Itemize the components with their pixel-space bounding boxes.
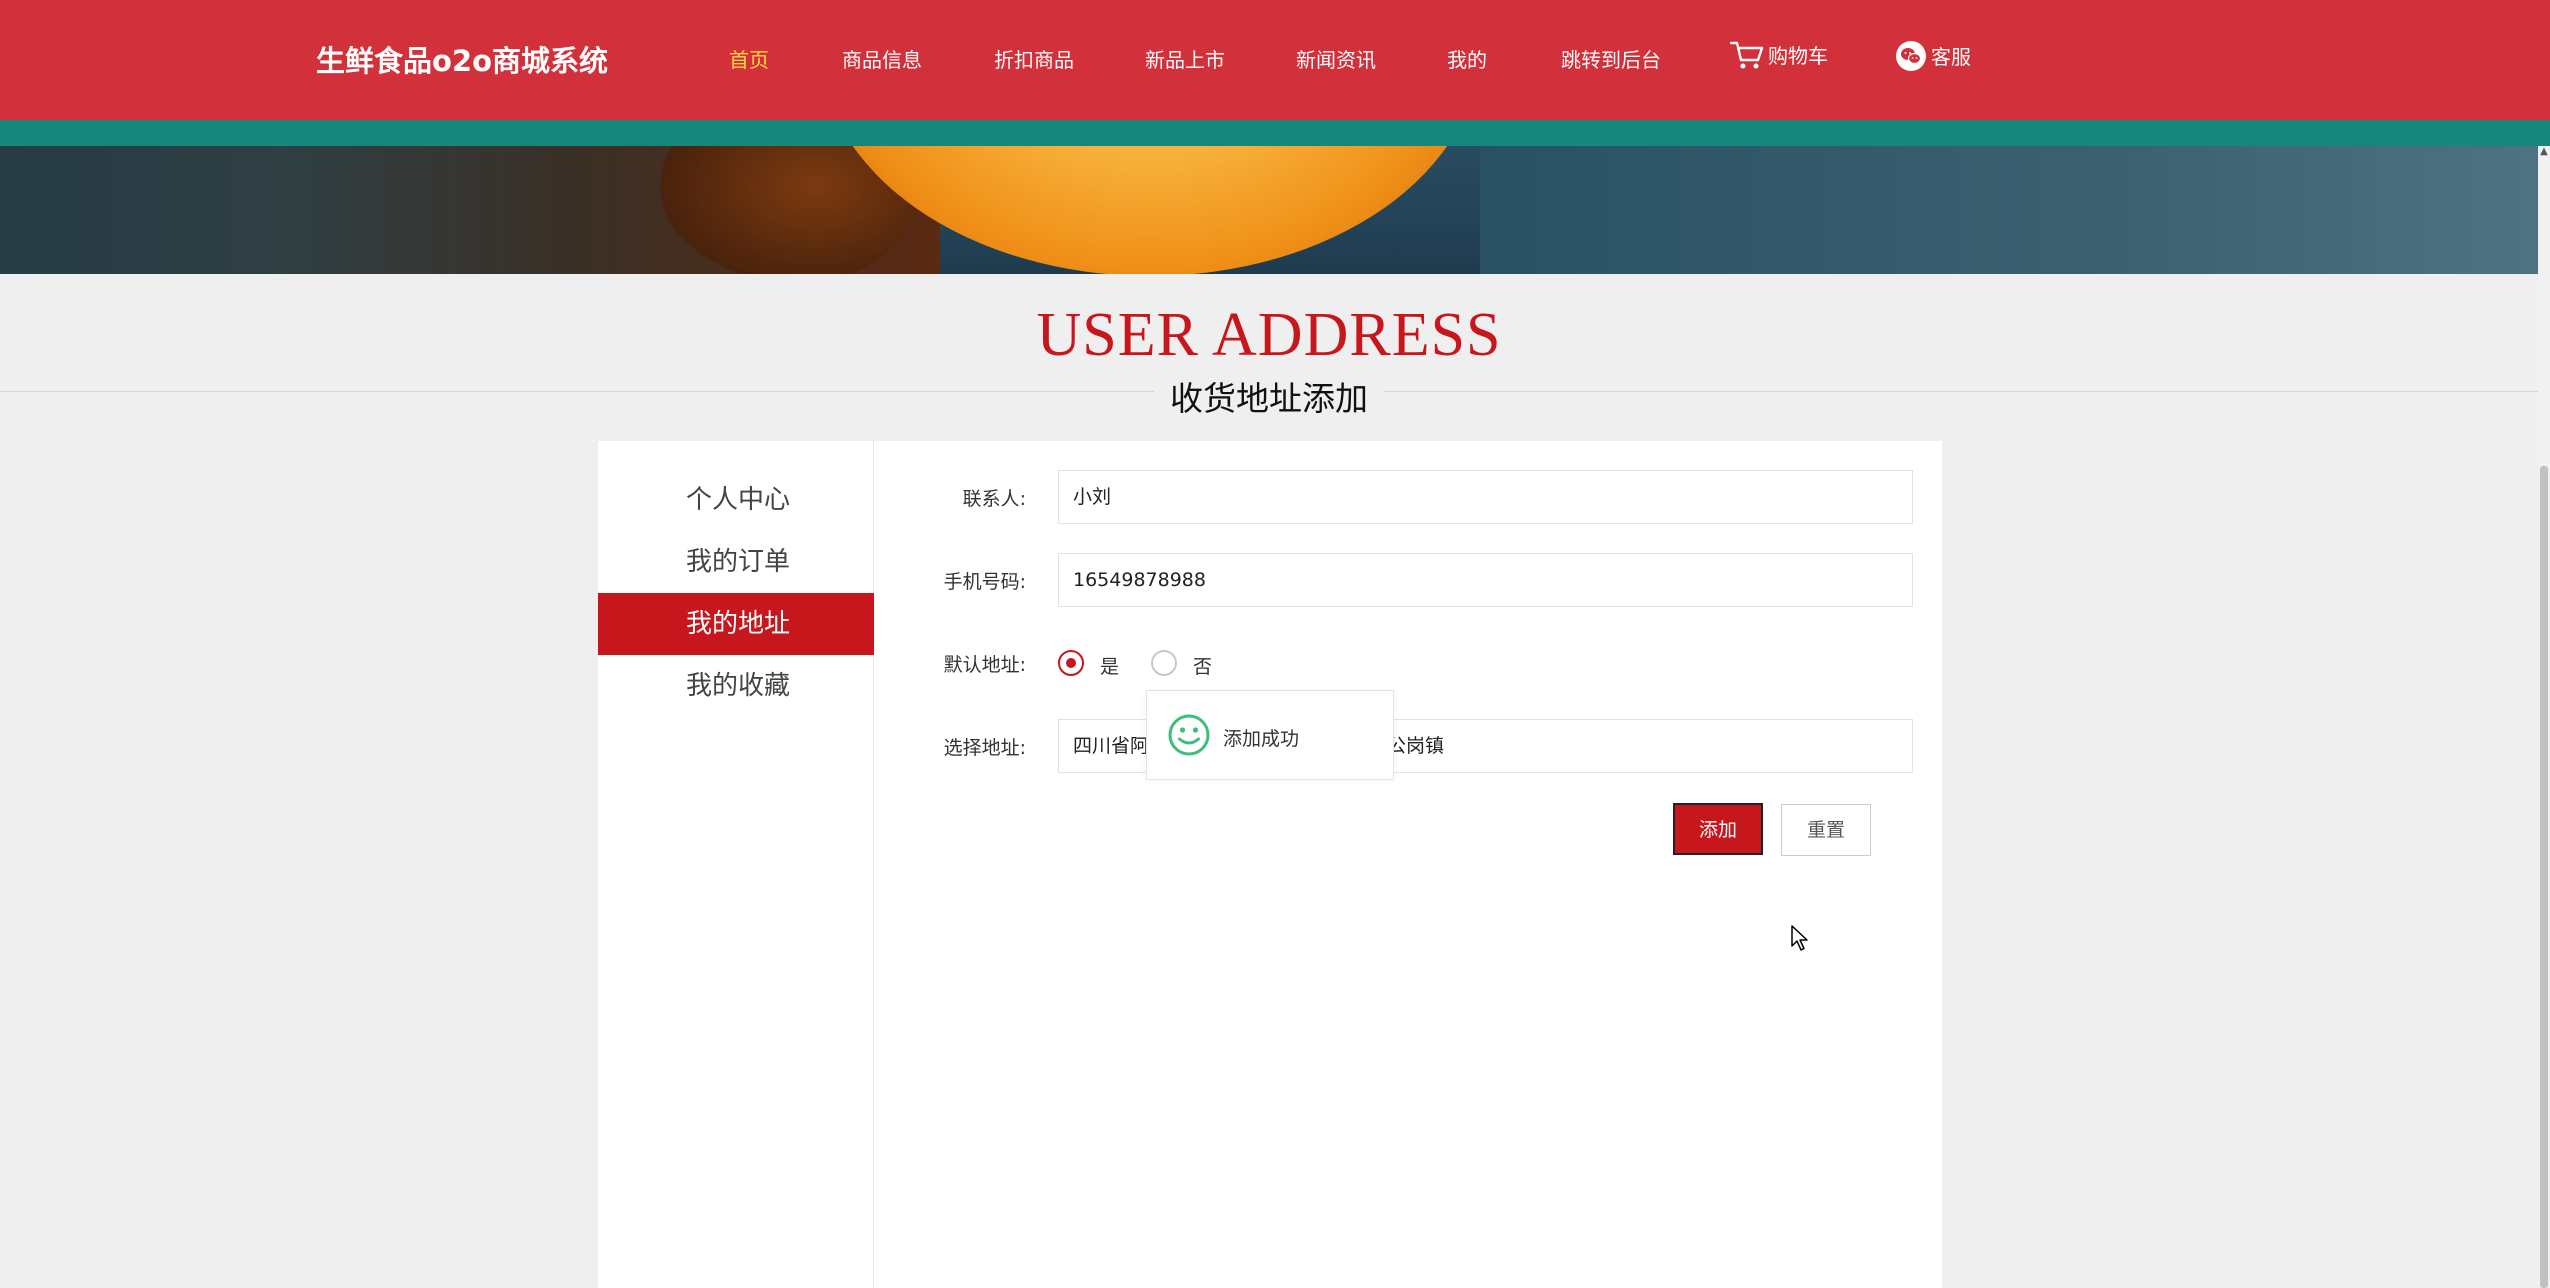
default-yes-radio[interactable] (1058, 650, 1084, 676)
hero-banner (0, 146, 2538, 274)
contact-input[interactable]: 小刘 (1058, 470, 1913, 524)
scroll-up-arrow-icon[interactable]: ▲ (2538, 146, 2550, 160)
nav-news[interactable]: 新闻资讯 (1296, 44, 1376, 73)
wechat-icon (1895, 40, 1927, 77)
mouse-cursor-icon (1790, 924, 1810, 956)
page-title-cn: 收货地址添加 (1154, 372, 1384, 420)
nav-products[interactable]: 商品信息 (842, 44, 922, 73)
nav-discount[interactable]: 折扣商品 (994, 44, 1074, 73)
phone-label: 手机号码: (943, 571, 1026, 593)
address-label: 选择地址: (943, 737, 1026, 759)
page-title-cn-wrap: 收货地址添加 (0, 372, 2538, 420)
cart-icon (1729, 40, 1764, 75)
address-value-right: 公岗镇 (1387, 735, 1445, 757)
nav-mine[interactable]: 我的 (1447, 44, 1487, 73)
reset-button[interactable]: 重置 (1781, 804, 1871, 856)
address-value-left: 四川省阿 (1073, 735, 1150, 757)
default-no-radio[interactable] (1151, 650, 1177, 676)
header-accent-strip (0, 120, 2550, 146)
user-sidebar: 个人中心 我的订单 我的地址 我的收藏 (598, 441, 874, 1288)
hero-background (1480, 146, 2538, 274)
contact-label: 联系人: (962, 488, 1026, 510)
success-toast: 添加成功 (1146, 690, 1394, 780)
nav-customer-service[interactable]: 客服 (1895, 40, 1971, 77)
page-title-en: USER ADDRESS (1036, 301, 1502, 369)
sidebar-item-orders[interactable]: 我的订单 (598, 531, 874, 593)
sidebar-item-address[interactable]: 我的地址 (598, 593, 874, 655)
nav-cart-label: 购物车 (1768, 44, 1828, 68)
sidebar-item-favorites[interactable]: 我的收藏 (598, 655, 874, 717)
scrollbar-thumb[interactable] (2540, 466, 2548, 1288)
phone-input[interactable]: 16549878988 (1058, 553, 1913, 607)
sidebar-item-profile[interactable]: 个人中心 (598, 469, 874, 531)
nav-admin[interactable]: 跳转到后台 (1561, 44, 1661, 73)
nav-home[interactable]: 首页 (729, 44, 769, 73)
default-yes-label[interactable]: 是 (1100, 652, 1119, 679)
toast-message: 添加成功 (1223, 728, 1300, 750)
smile-icon (1167, 713, 1211, 761)
default-address-label: 默认地址: (943, 654, 1026, 676)
nav-cart[interactable]: 购物车 (1729, 40, 1828, 75)
add-button[interactable]: 添加 (1673, 803, 1763, 855)
site-brand[interactable]: 生鲜食品o2o商城系统 (316, 38, 608, 80)
nav-customer-service-label: 客服 (1931, 45, 1971, 69)
default-no-label[interactable]: 否 (1193, 652, 1212, 679)
nav-new-arrivals[interactable]: 新品上市 (1145, 44, 1225, 73)
